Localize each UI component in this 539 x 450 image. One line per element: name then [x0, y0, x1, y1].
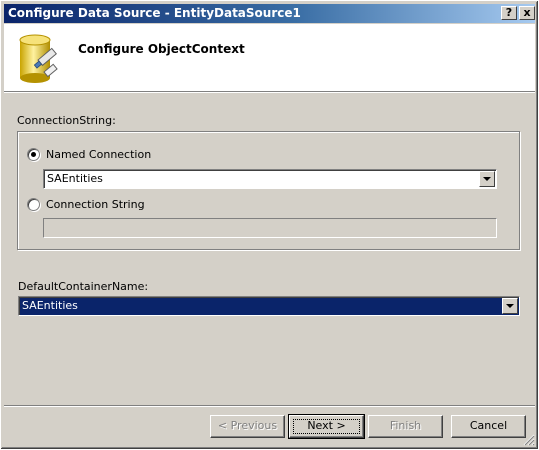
- close-button[interactable]: x: [519, 6, 535, 20]
- connection-string-label: ConnectionString:: [17, 114, 116, 127]
- previous-button[interactable]: < Previous: [210, 415, 285, 438]
- configure-data-source-dialog: Configure Data Source - EntityDataSource…: [0, 0, 539, 450]
- default-container-value: SAEntities: [22, 299, 78, 312]
- default-container-dropdown[interactable]: SAEntities: [18, 296, 520, 316]
- connection-string-radio[interactable]: [27, 198, 40, 211]
- default-container-label: DefaultContainerName:: [18, 280, 149, 293]
- database-icon: [19, 34, 58, 83]
- wizard-header: Configure ObjectContext: [4, 24, 535, 91]
- next-button[interactable]: Next >: [288, 414, 365, 439]
- window-title: Configure Data Source - EntityDataSource…: [8, 6, 301, 20]
- named-connection-dropdown[interactable]: SAEntities: [43, 169, 497, 189]
- named-connection-value: SAEntities: [47, 172, 103, 185]
- title-bar[interactable]: Configure Data Source - EntityDataSource…: [4, 4, 535, 23]
- footer-divider-highlight: [4, 406, 535, 407]
- cancel-button[interactable]: Cancel: [451, 415, 526, 438]
- default-container-dropdown-button[interactable]: [502, 298, 518, 314]
- finish-button[interactable]: Finish: [368, 415, 443, 438]
- radio-selected-dot: [31, 152, 36, 157]
- chevron-down-icon: [506, 304, 514, 308]
- chevron-down-icon: [483, 177, 491, 181]
- header-divider-highlight: [4, 92, 535, 93]
- help-button[interactable]: ?: [501, 6, 517, 20]
- named-connection-label[interactable]: Named Connection: [46, 148, 151, 161]
- connection-string-input[interactable]: [43, 218, 497, 238]
- resize-grip-icon[interactable]: [523, 434, 535, 446]
- named-connection-radio[interactable]: [27, 148, 40, 161]
- connection-string-option-label[interactable]: Connection String: [46, 198, 145, 211]
- focus-rectangle: [293, 419, 360, 434]
- page-title: Configure ObjectContext: [78, 42, 245, 56]
- named-connection-dropdown-button[interactable]: [479, 171, 495, 187]
